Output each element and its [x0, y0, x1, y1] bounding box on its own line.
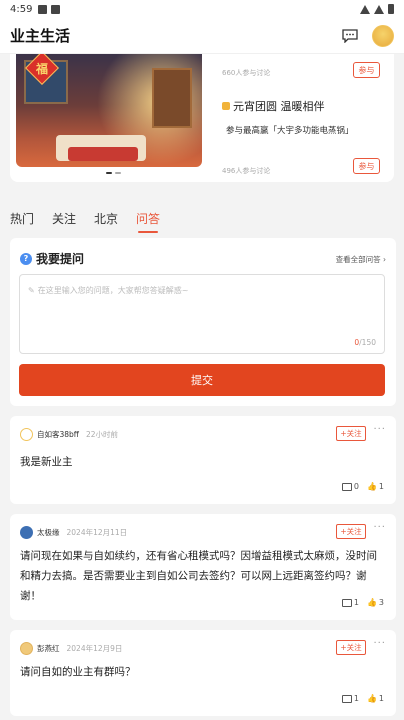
avatar [20, 526, 33, 539]
activity-subtitle: 参与最高赢「大宇多功能电蒸锅」 [226, 126, 354, 136]
char-counter: 0/150 [354, 338, 376, 347]
like-count[interactable]: 👍 1 [367, 482, 384, 491]
follow-button[interactable]: +关注 [336, 640, 366, 655]
thumbs-up-icon: 👍 [366, 598, 377, 607]
status-bar: 4:59 [0, 0, 404, 18]
post-time: 22小时前 [85, 430, 119, 439]
avatar [20, 642, 33, 655]
thumbs-up-icon: 👍 [366, 482, 377, 491]
activity-title[interactable]: 元宵团圆 温暖相伴 [222, 98, 325, 114]
question-post[interactable]: 自如客38bff 22小时前 +关注 ··· 我是新业主 0 👍 1 [10, 416, 396, 504]
app-title: 业主生活 [10, 27, 71, 45]
comment-count[interactable]: 1 [341, 694, 359, 703]
more-icon[interactable]: ··· [373, 638, 386, 649]
join-button[interactable]: 参与 [353, 62, 380, 78]
post-stats: 0 👍 1 [341, 482, 384, 491]
more-icon[interactable]: ··· [373, 522, 386, 533]
post-stats: 1 👍 3 [341, 598, 384, 607]
tab-hot[interactable]: 热门 [10, 210, 34, 233]
banner-image[interactable]: 福 [16, 54, 202, 167]
lantern-icon [222, 102, 230, 110]
view-all-qa-link[interactable]: 查看全部问答 › [336, 254, 386, 265]
comment-icon [341, 694, 352, 703]
post-author[interactable]: 自如客38bff 22小时前 [20, 428, 118, 441]
status-time: 4:59 [10, 3, 33, 15]
battery-icon [388, 4, 394, 14]
tab-qa[interactable]: 问答 [136, 210, 160, 233]
tab-follow[interactable]: 关注 [52, 210, 76, 233]
ask-question-card: ? 我要提问 查看全部问答 › ✎ 在这里输入您的问题，大家帮您答疑解惑~ 0/1… [10, 238, 396, 406]
like-count[interactable]: 👍 3 [367, 598, 384, 607]
post-time: 2024年12月9日 [66, 644, 123, 653]
post-text: 请问现在如果与自如续约，还有省心租模式吗？因增益租模式太麻烦，没时间和精力去搞。… [20, 550, 377, 602]
ask-title: 我要提问 [36, 252, 85, 266]
like-count[interactable]: 👍 1 [367, 694, 384, 703]
question-placeholder: 在这里输入您的问题，大家帮您答疑解惑~ [37, 286, 189, 295]
question-icon: ? [20, 252, 32, 265]
post-stats: 1 👍 1 [341, 694, 384, 703]
post-text: 我是新业主 [20, 456, 73, 468]
wifi-icon [360, 4, 370, 14]
thumbs-up-icon: 👍 [366, 694, 377, 703]
follow-button[interactable]: +关注 [336, 524, 366, 539]
tab-beijing[interactable]: 北京 [94, 210, 118, 233]
question-input[interactable]: ✎ 在这里输入您的问题，大家帮您答疑解惑~ 0/150 [19, 274, 385, 354]
comment-icon [341, 482, 352, 491]
post-text: 请问自如的业主有群吗？ [20, 666, 136, 678]
comment-count[interactable]: 0 [341, 482, 359, 491]
post-author[interactable]: 太极缘 2024年12月11日 [20, 526, 127, 539]
user-avatar[interactable] [372, 24, 394, 47]
post-author[interactable]: 彭燕红 2024年12月9日 [20, 642, 122, 655]
comment-count[interactable]: 1 [341, 598, 359, 607]
signal-icon [374, 4, 384, 14]
post-time: 2024年12月11日 [66, 528, 128, 537]
submit-button[interactable]: 提交 [19, 364, 385, 396]
category-tabs: 热门 关注 北京 问答 [10, 210, 160, 233]
question-post[interactable]: 彭燕红 2024年12月9日 +关注 ··· 请问自如的业主有群吗？ 1 👍 1 [10, 630, 396, 716]
activity-banner: 福 660人参与讨论 参与 元宵团圆 温暖相伴 参与最高赢「大宇多功能电蒸锅」 … [10, 54, 394, 182]
follow-button[interactable]: +关注 [336, 426, 366, 441]
more-icon[interactable]: ··· [373, 424, 386, 435]
carousel-dots [106, 172, 121, 174]
notification-icon [51, 4, 61, 14]
message-icon[interactable] [342, 28, 358, 43]
join-button[interactable]: 参与 [353, 158, 380, 174]
app-bar: 业主生活 [0, 18, 404, 54]
ask-header: ? 我要提问 [20, 250, 84, 267]
avatar [20, 428, 33, 441]
edit-icon: ✎ [28, 286, 35, 295]
activity-count: 660人参与讨论 [222, 69, 271, 77]
activity-count: 496人参与讨论 [222, 167, 271, 175]
question-post[interactable]: 太极缘 2024年12月11日 +关注 ··· 请问现在如果与自如续约，还有省心… [10, 514, 396, 620]
gallery-icon [38, 4, 48, 14]
comment-icon [341, 598, 352, 607]
